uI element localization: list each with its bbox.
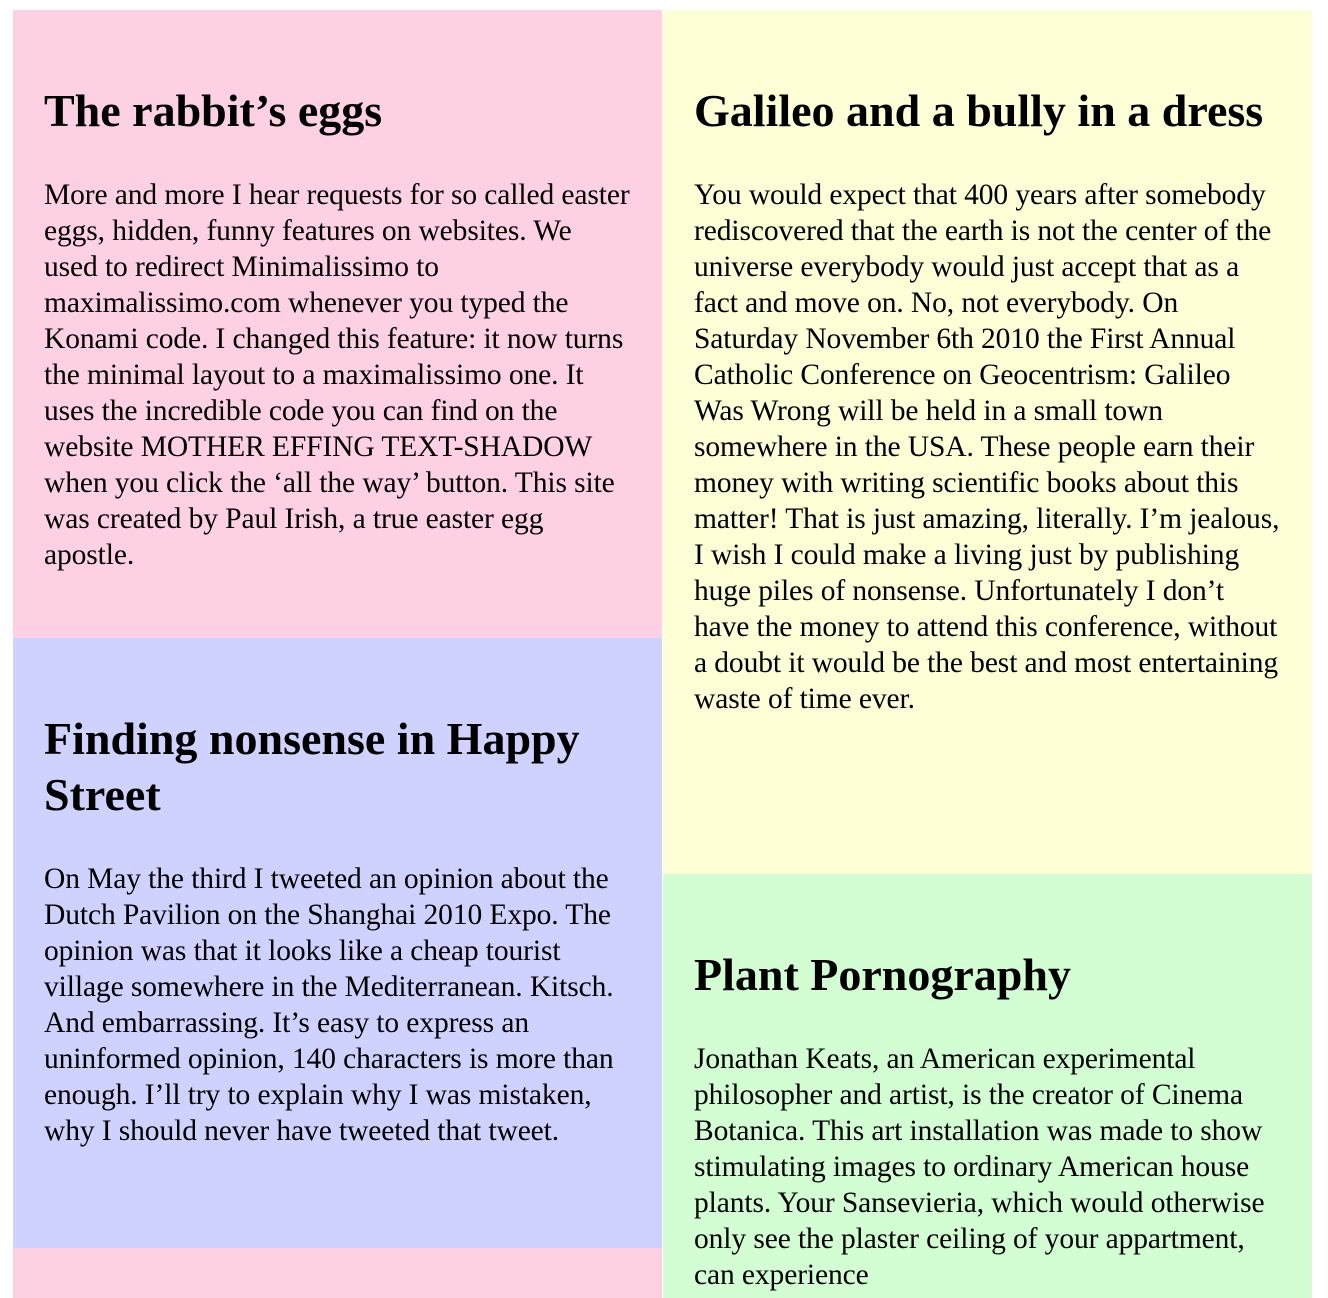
- post-title[interactable]: Plant Pornography: [694, 947, 1281, 1003]
- post-card-finding-nonsense[interactable]: Finding nonsense in Happy Street On May …: [13, 638, 662, 1248]
- post-excerpt: You would expect that 400 years after so…: [694, 179, 1280, 715]
- post-card-galileo[interactable]: Galileo and a bully in a dress You would…: [663, 10, 1312, 874]
- post-card-plant-pornography[interactable]: Plant Pornography Jonathan Keats, an Ame…: [663, 874, 1312, 1298]
- post-card-next[interactable]: [13, 1248, 662, 1298]
- post-excerpt: On May the third I tweeted an opinion ab…: [44, 863, 614, 1147]
- post-grid: The rabbit’s eggs More and more I hear r…: [13, 10, 1312, 1298]
- left-column: The rabbit’s eggs More and more I hear r…: [13, 10, 662, 1298]
- post-excerpt: More and more I hear requests for so cal…: [44, 179, 630, 571]
- post-title[interactable]: The rabbit’s eggs: [44, 83, 631, 139]
- post-title[interactable]: Galileo and a bully in a dress: [694, 83, 1281, 139]
- post-card-rabbits-eggs[interactable]: The rabbit’s eggs More and more I hear r…: [13, 10, 662, 638]
- right-column: Galileo and a bully in a dress You would…: [663, 10, 1312, 1298]
- post-excerpt: Jonathan Keats, an American experimental…: [694, 1043, 1265, 1291]
- post-title[interactable]: Finding nonsense in Happy Street: [44, 711, 631, 823]
